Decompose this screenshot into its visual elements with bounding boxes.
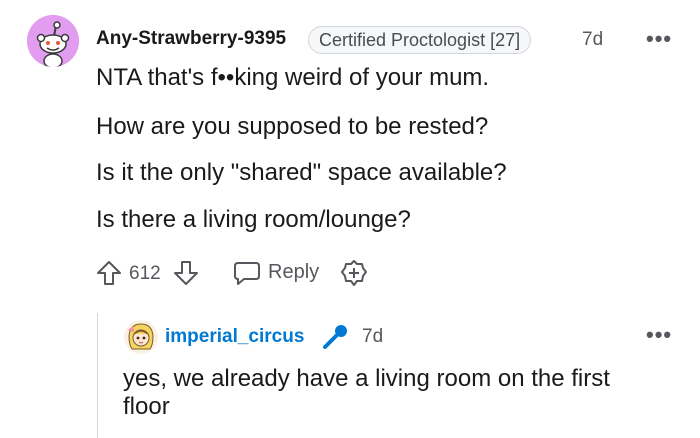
comment-line: NTA that's f••king weird of your mum. xyxy=(96,64,490,91)
comment-line: Is it the only "shared" space available? xyxy=(96,159,507,186)
reply-body: yes, we already have a living room on th… xyxy=(123,365,610,420)
comment-line: How are you supposed to be rested? xyxy=(96,113,489,140)
reply-button[interactable] xyxy=(233,259,261,292)
vote-score: 612 xyxy=(129,263,161,284)
avatar[interactable] xyxy=(124,320,158,354)
reply-age: 7d xyxy=(362,326,384,347)
comment-age: 7d xyxy=(582,29,604,50)
reply-author[interactable]: imperial_circus xyxy=(165,326,304,348)
microphone-icon xyxy=(320,322,350,357)
comment-author[interactable]: Any-Strawberry-9395 xyxy=(96,28,286,50)
avatar[interactable] xyxy=(27,15,79,67)
anime-avatar-icon xyxy=(124,320,158,354)
user-flair: Certified Proctologist [27] xyxy=(308,26,532,54)
award-button[interactable] xyxy=(340,259,368,292)
award-plus-icon xyxy=(341,260,367,286)
more-options-icon[interactable]: ••• xyxy=(646,28,672,50)
snoo-avatar-icon xyxy=(27,15,79,67)
comment-bubble-icon xyxy=(234,262,260,285)
downvote-icon[interactable] xyxy=(172,259,200,292)
upvote-icon[interactable] xyxy=(95,259,123,292)
comment-line: Is there a living room/lounge? xyxy=(96,206,411,233)
thread-line[interactable] xyxy=(97,313,98,438)
reply-label[interactable]: Reply xyxy=(268,261,319,284)
more-options-icon[interactable]: ••• xyxy=(646,324,672,346)
